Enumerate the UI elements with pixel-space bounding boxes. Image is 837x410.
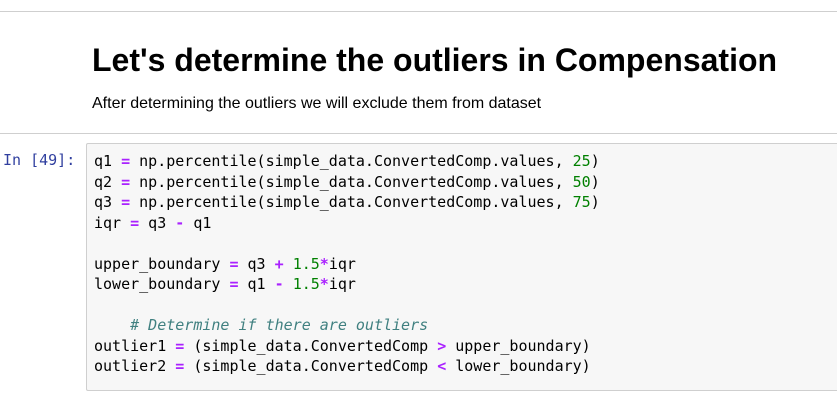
code-token: q3 [139, 213, 176, 232]
code-token: ) [590, 172, 600, 191]
code-operator: < [437, 357, 447, 375]
code-area[interactable]: q1 = np.percentile(simple_data.Converted… [94, 151, 600, 377]
code-cell-editor[interactable]: q1 = np.percentile(simple_data.Converted… [86, 143, 837, 391]
markdown-cell[interactable]: Let's determine the outliers in Compensa… [92, 40, 832, 114]
code-token: (simple_data.ConvertedComp [184, 357, 438, 375]
code-line: # Determine if there are outliers [94, 315, 600, 336]
code-number: 25 [572, 152, 591, 170]
code-line: outlier2 = (simple_data.ConvertedComp < … [94, 356, 600, 377]
code-operator: - [274, 275, 284, 293]
input-prompt: In [49]: [3, 151, 76, 169]
code-token: q2 [94, 172, 122, 191]
markdown-paragraph: After determining the outliers we will e… [92, 95, 542, 112]
code-line: upper_boundary = q3 + 1.5*iqr [94, 254, 600, 275]
code-token: lower_boundary) [446, 357, 591, 375]
code-operator: = [229, 275, 239, 293]
code-token: q1 [238, 275, 275, 293]
code-operator: = [175, 336, 185, 355]
cell-divider [0, 133, 837, 134]
code-token: iqr [328, 275, 356, 293]
code-line: lower_boundary = q1 - 1.5*iqr [94, 274, 600, 295]
code-operator: - [175, 213, 185, 232]
code-line: q2 = np.percentile(simple_data.Converted… [94, 172, 600, 193]
code-token: ) [590, 193, 600, 211]
code-number: 50 [572, 172, 591, 191]
code-operator: = [121, 172, 131, 191]
code-line: q1 = np.percentile(simple_data.Converted… [94, 151, 600, 172]
code-line: iqr = q3 - q1 [94, 213, 600, 234]
code-token: np.percentile(simple_data.ConvertedComp.… [130, 193, 573, 211]
code-operator: = [175, 357, 185, 375]
code-token: iqr [328, 254, 356, 273]
code-number: 1.5 [292, 254, 320, 273]
code-operator: = [121, 152, 131, 170]
code-operator: = [130, 213, 140, 232]
code-token: q1 [94, 152, 122, 170]
code-number: 75 [572, 193, 591, 211]
code-token: q1 [184, 213, 212, 232]
code-line: outlier1 = (simple_data.ConvertedComp > … [94, 336, 600, 357]
notebook-page: Let's determine the outliers in Compensa… [0, 0, 837, 410]
code-operator: > [437, 336, 447, 355]
code-token: outlier1 [94, 336, 176, 355]
code-operator: * [319, 254, 329, 273]
code-token: (simple_data.ConvertedComp [184, 336, 438, 355]
top-divider [0, 11, 837, 12]
code-token: iqr [94, 213, 131, 232]
code-token: q3 [238, 254, 275, 273]
code-token: outlier2 [94, 357, 176, 375]
code-operator: + [274, 254, 284, 273]
markdown-heading: Let's determine the outliers in Compensa… [92, 42, 778, 78]
code-operator: = [229, 254, 239, 273]
code-operator: * [319, 275, 329, 293]
code-operator: = [121, 193, 131, 211]
code-token: ) [590, 152, 600, 170]
code-line: q3 = np.percentile(simple_data.Converted… [94, 192, 600, 213]
code-token: q3 [94, 193, 122, 211]
code-token: upper_boundary) [446, 336, 591, 355]
code-token: lower_boundary [94, 275, 230, 293]
code-token: np.percentile(simple_data.ConvertedComp.… [130, 152, 573, 170]
code-number: 1.5 [292, 275, 320, 293]
code-token: np.percentile(simple_data.ConvertedComp.… [130, 172, 573, 191]
code-comment: # Determine if there are outliers [130, 316, 429, 334]
code-token: upper_boundary [94, 254, 230, 273]
